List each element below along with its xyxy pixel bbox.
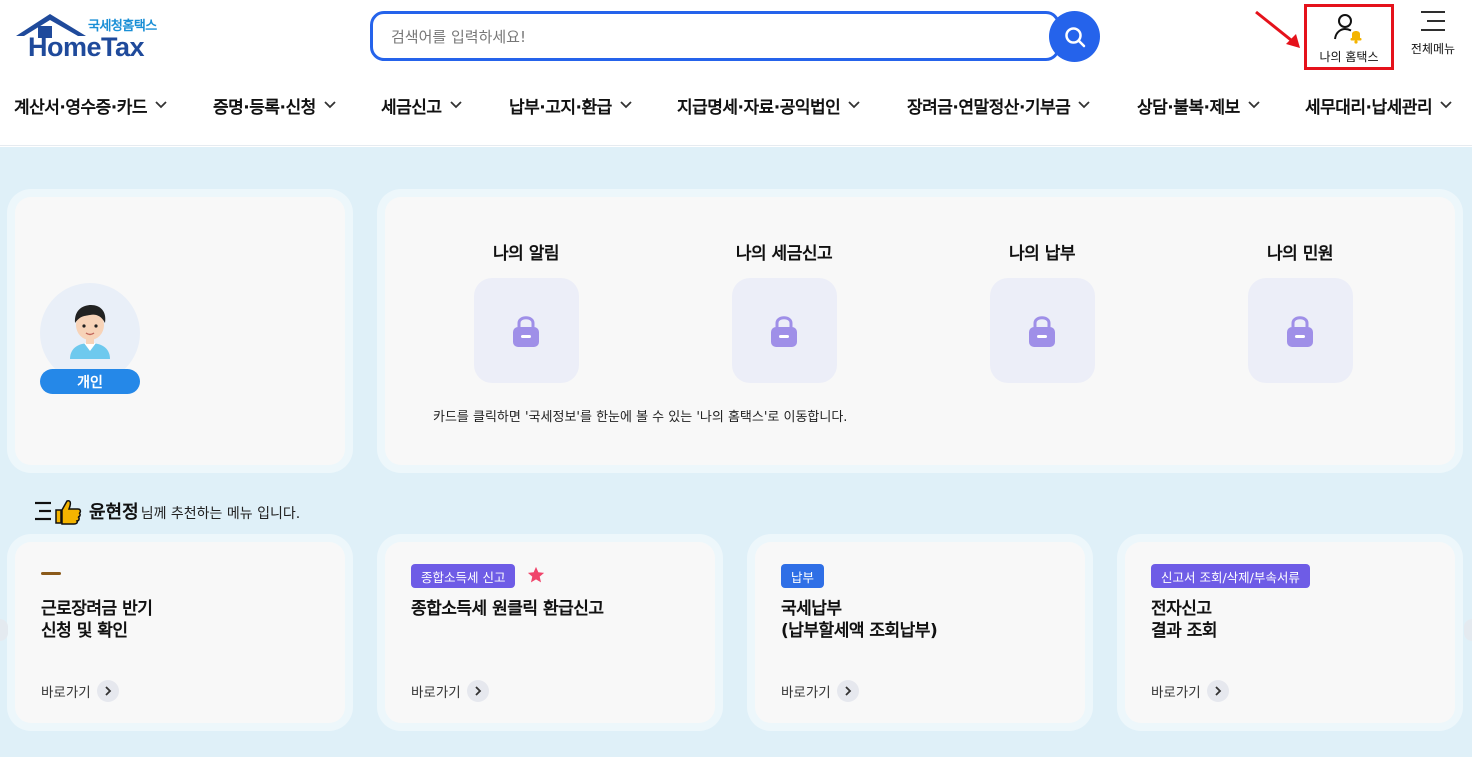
my-hometax-card: 나의 알림 나의 세금신고 나의 납부 나의 민원 카드를 클릭하면 '국세정보… [385, 197, 1455, 465]
card-tag: 종합소득세 신고 [411, 564, 516, 588]
search-input[interactable] [391, 24, 1011, 50]
gnb-label: 장려금·연말정산·기부금 [907, 97, 1071, 118]
gnb-item-tax-report[interactable]: 세금신고 [381, 90, 462, 120]
lock-icon [771, 315, 797, 347]
shortcut-label: 바로가기 [41, 685, 91, 701]
recommend-heading: 윤현정 님께 추천하는 메뉴 입니다. [33, 496, 300, 526]
global-nav: 계산서·영수증·카드 증명·등록·신청 세금신고 납부·고지·환급 지급명세·자… [0, 90, 1472, 122]
avatar [40, 283, 140, 383]
my-item-label: 나의 세금신고 [735, 244, 833, 264]
gnb-item-consult[interactable]: 상담·불복·제보 [1137, 90, 1260, 120]
red-arrow-annotation [1255, 10, 1300, 48]
hamburger-icon [1421, 11, 1445, 31]
chevron-down-icon [848, 101, 860, 109]
shortcut-link[interactable]: 바로가기 [41, 680, 119, 702]
user-name: 윤현정 [89, 502, 139, 523]
search-icon [1064, 26, 1085, 47]
card-tag: 신고서 조회/삭제/부속서류 [1151, 564, 1310, 588]
gnb-item-payment[interactable]: 납부·고지·환급 [509, 90, 632, 120]
my-alerts-box[interactable] [473, 278, 579, 383]
lock-icon [1029, 315, 1055, 347]
shortcut-link[interactable]: 바로가기 [781, 680, 859, 702]
shortcut-label: 바로가기 [1151, 685, 1201, 701]
shortcut-label: 바로가기 [411, 685, 461, 701]
person-avatar-icon [70, 305, 110, 359]
carousel-prev-button[interactable] [0, 619, 8, 641]
rec-card-e-filing-result[interactable]: 신고서 조회/삭제/부속서류 전자신고 결과 조회 바로가기 [1125, 542, 1455, 723]
my-item-label: 나의 납부 [1009, 244, 1075, 264]
search-button[interactable] [1049, 11, 1100, 62]
card-title: 종합소득세 원클릭 환급신고 [411, 599, 604, 619]
gnb-item-certificate[interactable]: 증명·등록·신청 [213, 90, 336, 120]
header: 국세청홈택스 HomeTax 나의 홈택스 전체메뉴 [0, 0, 1472, 146]
my-hometax-label: 나의 홈택스 [1319, 50, 1379, 64]
rec-card-work-incentive[interactable]: 근로장려금 반기 신청 및 확인 바로가기 [15, 542, 345, 723]
chevron-down-icon [324, 101, 336, 109]
gnb-label: 세금신고 [381, 97, 442, 118]
my-payment-box[interactable] [989, 278, 1095, 383]
user-bell-icon [1334, 14, 1362, 44]
rec-card-income-tax-refund[interactable]: 종합소득세 신고 종합소득세 원클릭 환급신고 바로가기 [385, 542, 715, 723]
gnb-label: 세무대리·납세관리 [1305, 97, 1433, 118]
profile-card[interactable]: 개인 [15, 197, 345, 465]
gnb-item-agent[interactable]: 세무대리·납세관리 [1305, 90, 1452, 120]
my-hometax-note: 카드를 클릭하면 '국세정보'를 한눈에 볼 수 있는 '나의 홈택스'로 이동… [433, 410, 848, 425]
my-payment[interactable]: 나의 납부 [957, 239, 1127, 383]
chevron-down-icon [449, 101, 462, 109]
chevron-down-icon [1078, 101, 1090, 109]
my-alerts[interactable]: 나의 알림 [441, 239, 611, 383]
gnb-label: 지급명세·자료·공익법인 [677, 97, 841, 118]
rec-card-tax-payment[interactable]: 납부 국세납부 (납부할세액 조회납부) 바로가기 [755, 542, 1085, 723]
chevron-right-icon [1206, 680, 1229, 702]
user-type-badge: 개인 [40, 369, 140, 394]
my-civil-affairs[interactable]: 나의 민원 [1215, 239, 1385, 383]
logo-title: HomeTax [28, 32, 145, 62]
my-tax-report[interactable]: 나의 세금신고 [699, 239, 869, 383]
card-title: 근로장려금 반기 신청 및 확인 [41, 599, 153, 641]
my-hometax-button[interactable]: 나의 홈택스 [1304, 4, 1394, 70]
hometax-logo[interactable]: 국세청홈택스 HomeTax [14, 12, 174, 64]
carousel-next-button[interactable] [1464, 619, 1472, 641]
gnb-item-invoice[interactable]: 계산서·영수증·카드 [14, 90, 167, 120]
chevron-right-icon [836, 680, 859, 702]
chevron-right-icon [466, 680, 489, 702]
card-tag: 납부 [781, 564, 825, 588]
gnb-label: 증명·등록·신청 [213, 97, 316, 118]
my-tax-report-box[interactable] [731, 278, 837, 383]
chevron-down-icon [155, 101, 167, 109]
gnb-label: 상담·불복·제보 [1137, 97, 1240, 118]
card-title: 전자신고 결과 조회 [1151, 599, 1217, 641]
gnb-label: 납부·고지·환급 [509, 97, 612, 118]
card-title: 국세납부 (납부할세액 조회납부) [781, 599, 938, 641]
card-accent-bar [41, 572, 61, 575]
main-content: 개인 나의 알림 나의 세금신고 나의 납부 나의 민원 카드를 클릭하면 '국… [0, 147, 1472, 757]
shortcut-link[interactable]: 바로가기 [1151, 680, 1229, 702]
gnb-item-incentive[interactable]: 장려금·연말정산·기부금 [907, 90, 1090, 120]
thumbs-up-list-icon [35, 500, 82, 525]
all-menu-label: 전체메뉴 [1410, 42, 1456, 56]
recommend-suffix: 님께 추천하는 메뉴 입니다. [140, 506, 301, 522]
shortcut-label: 바로가기 [781, 685, 831, 701]
my-civil-affairs-box[interactable] [1247, 278, 1353, 383]
chevron-down-icon [620, 101, 632, 109]
all-menu-button[interactable]: 전체메뉴 [1403, 10, 1463, 66]
chevron-down-icon [1440, 101, 1452, 109]
my-item-label: 나의 민원 [1267, 244, 1333, 264]
gnb-label: 계산서·영수증·카드 [14, 97, 148, 118]
chevron-right-icon [96, 680, 119, 702]
lock-icon [513, 315, 539, 347]
search-box [370, 11, 1060, 61]
gnb-item-statement[interactable]: 지급명세·자료·공익법인 [677, 90, 860, 120]
chevron-down-icon [1248, 101, 1260, 109]
my-item-label: 나의 알림 [493, 244, 559, 264]
lock-icon [1287, 315, 1313, 347]
shortcut-link[interactable]: 바로가기 [411, 680, 489, 702]
star-icon [527, 566, 545, 583]
